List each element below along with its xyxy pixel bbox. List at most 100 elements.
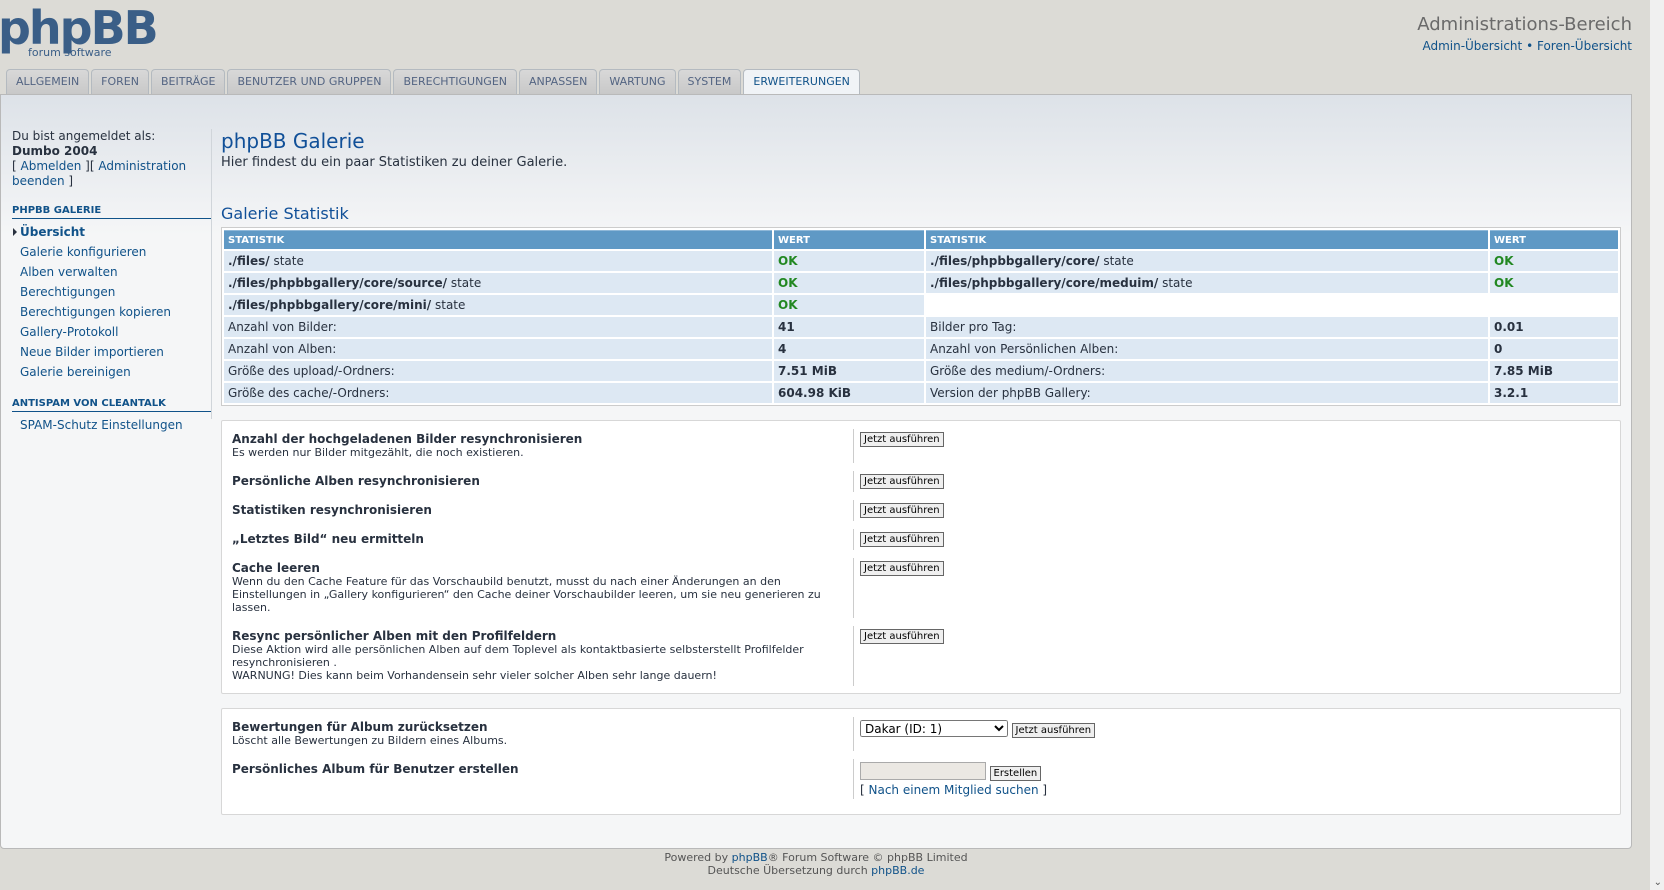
footer: Powered by phpBB® Forum Software © phpBB… [0, 851, 1632, 877]
action-title: Statistiken resynchronisieren [232, 503, 432, 517]
stat-value: 3.2.1 [1490, 383, 1618, 403]
phpbb-link[interactable]: phpBB [732, 851, 768, 864]
run-reset-ratings-button[interactable]: Jetzt ausführen [1011, 723, 1096, 738]
action-row: Cache leeren Wenn du den Cache Feature f… [232, 558, 1610, 618]
logo-subtext: forum software [28, 46, 112, 59]
page-title: phpBB Galerie [221, 129, 365, 153]
tab-beitraege[interactable]: Beiträge [150, 69, 226, 94]
stat-key: Anzahl von Persönlichen Alben: [926, 339, 1488, 359]
stat-value: 7.51 MiB [774, 361, 924, 381]
footer-powered-by: Powered by [664, 851, 729, 864]
stat-key: Größe des medium/-Ordners: [926, 361, 1488, 381]
sidebar-item-gallery-log[interactable]: Gallery-Protokoll [12, 322, 212, 342]
stats-title: Galerie Statistik [221, 204, 349, 223]
album-tools: Bewertungen für Album zurücksetzen Lösch… [221, 708, 1621, 815]
sidebar-item-spam-settings[interactable]: SPAM-Schutz Einstellungen [12, 415, 212, 435]
table-row: ./files/phpbbgallery/core/mini/ state OK [224, 295, 1618, 315]
stat-key: ./files/phpbbgallery/core/ [930, 254, 1100, 268]
main-content: phpBB Galerie Hier findest du ein paar S… [221, 129, 1621, 815]
page-intro: Hier findest du ein paar Statistiken zu … [221, 155, 568, 170]
stats-table: Statistik Wert Statistik Wert ./files/ s… [221, 227, 1621, 406]
stat-key: Bilder pro Tag: [926, 317, 1488, 337]
run-clear-cache-button[interactable]: Jetzt ausführen [860, 561, 944, 576]
forum-overview-link[interactable]: Foren-Übersicht [1537, 39, 1632, 53]
run-resync-images-button[interactable]: Jetzt ausführen [860, 432, 944, 447]
username: Dumbo 2004 [12, 144, 98, 158]
tab-allgemein[interactable]: Allgemein [6, 69, 90, 94]
stat-key: ./files/phpbbgallery/core/meduim/ [930, 276, 1159, 290]
sidebar-item-configure[interactable]: Galerie konfigurieren [12, 242, 212, 262]
stat-value: OK [778, 276, 798, 290]
admin-overview-link[interactable]: Admin-Übersicht [1422, 39, 1522, 53]
state-word: state [434, 298, 466, 312]
action-row: Anzahl der hochgeladenen Bilder resynchr… [232, 429, 1610, 463]
action-title: „Letztes Bild“ neu ermitteln [232, 532, 424, 546]
stats-header-value: Wert [774, 230, 924, 249]
admin-header: Administrations-Bereich Admin-Übersicht … [1417, 14, 1632, 53]
tab-wartung[interactable]: Wartung [599, 69, 676, 94]
stat-key: Version der phpBB Gallery: [926, 383, 1488, 403]
run-resync-stats-button[interactable]: Jetzt ausführen [860, 503, 944, 518]
action-row: Resync persönlicher Alben mit den Profil… [232, 626, 1610, 686]
tab-anpassen[interactable]: Anpassen [519, 69, 598, 94]
stat-key: Anzahl von Bilder: [224, 317, 772, 337]
stat-key: ./files/phpbbgallery/core/mini/ [228, 298, 432, 312]
stat-value: 0.01 [1490, 317, 1618, 337]
sidebar-item-albums[interactable]: Alben verwalten [12, 262, 212, 282]
stat-key: Größe des upload/-Ordners: [224, 361, 772, 381]
tab-system[interactable]: System [677, 69, 742, 94]
run-last-image-button[interactable]: Jetzt ausführen [860, 532, 944, 547]
logged-in-label: Du bist angemeldet als: [12, 129, 156, 143]
action-row: Statistiken resynchronisieren Jetzt ausf… [232, 500, 1610, 521]
sidebar-item-overview[interactable]: Übersicht [12, 222, 212, 242]
table-row: Anzahl von Alben: 4 Anzahl von Persönlic… [224, 339, 1618, 359]
create-album-button[interactable]: Erstellen [989, 765, 1042, 781]
scrollbar[interactable]: ⌄ [1650, 0, 1664, 890]
stat-value: OK [1494, 254, 1514, 268]
action-desc: Wenn du den Cache Feature für das Vorsch… [232, 575, 821, 614]
run-resync-profilefields-button[interactable]: Jetzt ausführen [860, 629, 944, 644]
tab-erweiterungen[interactable]: Erweiterungen [743, 69, 860, 95]
username-input[interactable] [860, 762, 986, 780]
run-resync-albums-button[interactable]: Jetzt ausführen [860, 474, 944, 489]
state-word: state [450, 276, 482, 290]
album-select[interactable]: Dakar (ID: 1) [860, 720, 1008, 737]
state-word: state [273, 254, 304, 268]
stat-value: OK [778, 254, 798, 268]
stat-key: Anzahl von Alben: [224, 339, 772, 359]
stats-header-value: Wert [1490, 230, 1618, 249]
stat-value: 604.98 KiB [774, 383, 924, 403]
tab-berechtigungen[interactable]: Berechtigungen [393, 69, 517, 94]
sidebar-item-permissions[interactable]: Berechtigungen [12, 282, 212, 302]
logout-link[interactable]: Abmelden [21, 159, 82, 173]
tab-benutzer-gruppen[interactable]: Benutzer und Gruppen [227, 69, 392, 94]
action-warning: WARNUNG! Dies kann beim Vorhandensein se… [232, 669, 717, 682]
stat-value: 0 [1490, 339, 1618, 359]
scroll-down-icon[interactable]: ⌄ [1654, 877, 1662, 888]
admin-title: Administrations-Bereich [1417, 14, 1632, 35]
stat-key: ./files/phpbbgallery/core/source/ [228, 276, 447, 290]
sidebar-item-import[interactable]: Neue Bilder importieren [12, 342, 212, 362]
stat-value: 4 [774, 339, 924, 359]
table-row: Anzahl von Bilder: 41 Bilder pro Tag: 0.… [224, 317, 1618, 337]
action-title: Resync persönlicher Alben mit den Profil… [232, 629, 557, 643]
action-title: Persönliches Album für Benutzer erstelle… [232, 762, 519, 776]
sidebar-item-copy-permissions[interactable]: Berechtigungen kopieren [12, 302, 212, 322]
stat-value: OK [1494, 276, 1514, 290]
action-row: Bewertungen für Album zurücksetzen Lösch… [232, 717, 1610, 751]
table-row: ./files/ state OK ./files/phpbbgallery/c… [224, 251, 1618, 271]
stat-key: Größe des cache/-Ordners: [224, 383, 772, 403]
tab-foren[interactable]: Foren [91, 69, 149, 94]
page-body: Du bist angemeldet als: Dumbo 2004 [ Abm… [0, 94, 1632, 849]
action-title: Persönliche Alben resynchronisieren [232, 474, 480, 488]
state-word: state [1103, 254, 1134, 268]
main-tabs: Allgemein Foren Beiträge Benutzer und Gr… [6, 69, 862, 95]
phpbb-logo[interactable]: phpBB forum software [0, 0, 170, 62]
state-word: state [1162, 276, 1193, 290]
action-desc: Löscht alle Bewertungen zu Bildern eines… [232, 734, 508, 747]
stat-value: 7.85 MiB [1490, 361, 1618, 381]
phpbb-de-link[interactable]: phpBB.de [871, 864, 924, 877]
sidebar-item-cleanup[interactable]: Galerie bereinigen [12, 362, 212, 382]
find-member-link[interactable]: Nach einem Mitglied suchen [869, 783, 1039, 797]
action-row: Persönliches Album für Benutzer erstelle… [232, 759, 1610, 800]
